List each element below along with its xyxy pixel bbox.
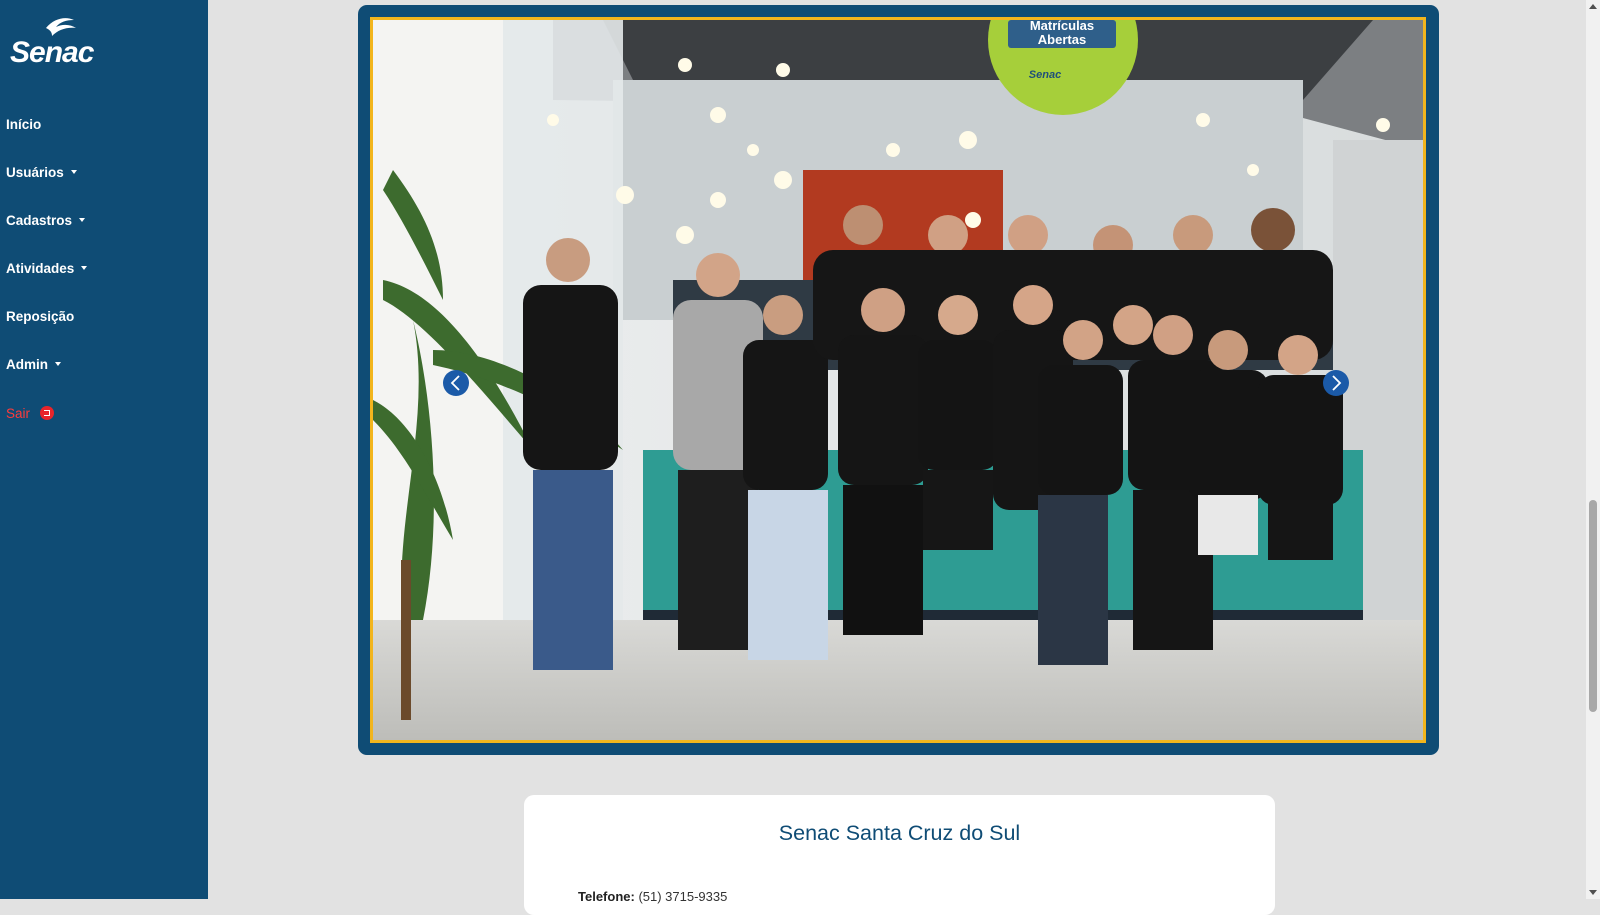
senac-logo[interactable]: Senac [8, 14, 100, 70]
group-photo: Matrículas Abertas Senac [373, 20, 1423, 740]
page-scrollbar[interactable] [1586, 0, 1600, 899]
sidebar-item-label: Início [6, 117, 42, 132]
sidebar-item-label: Usuários [6, 165, 64, 180]
sign-brand: Senac [1029, 69, 1061, 81]
campus-title: Senac Santa Cruz do Sul [778, 821, 1021, 845]
phone-label: Telefone: [578, 889, 635, 904]
sidebar-item-reposicao[interactable]: Reposição [6, 303, 74, 331]
scroll-up-arrow-icon[interactable] [1589, 4, 1597, 9]
photo-carousel: Matrículas Abertas Senac [358, 5, 1439, 755]
caret-down-icon [55, 362, 61, 367]
scrollbar-thumb[interactable] [1589, 500, 1597, 712]
caret-down-icon [70, 170, 77, 175]
sidebar: Senac Início Usuários Cadastros Atividad… [0, 0, 208, 899]
sidebar-item-admin[interactable]: Admin [6, 351, 61, 379]
caret-down-icon [79, 218, 86, 223]
carousel-slide: Matrículas Abertas Senac [370, 17, 1426, 743]
sidebar-item-usuarios[interactable]: Usuários [6, 159, 77, 187]
campus-info-card: Senac Santa Cruz do Sul Telefone: (51) 3… [524, 795, 1275, 915]
carousel-prev-button[interactable] [443, 370, 469, 396]
logout-button[interactable]: Sair [6, 400, 55, 428]
sign-text-2: Abertas [1038, 32, 1086, 47]
chevron-left-icon [450, 375, 460, 391]
scroll-down-arrow-icon[interactable] [1589, 890, 1597, 895]
sidebar-item-inicio[interactable]: Início [6, 111, 41, 139]
phone-line: Telefone: (51) 3715-9335 [578, 889, 727, 904]
logout-label: Sair [6, 406, 31, 421]
carousel-next-button[interactable] [1323, 370, 1349, 396]
phone-value: (51) 3715-9335 [638, 889, 728, 904]
logo-text: Senac [10, 36, 94, 69]
sidebar-item-label: Atividades [6, 261, 75, 276]
sidebar-item-atividades[interactable]: Atividades [6, 255, 88, 283]
logout-icon [40, 406, 55, 421]
chevron-right-icon [1332, 375, 1342, 391]
sidebar-item-label: Reposição [6, 309, 75, 324]
caret-down-icon [81, 266, 88, 271]
sidebar-item-label: Admin [6, 357, 48, 372]
sidebar-item-cadastros[interactable]: Cadastros [6, 207, 86, 235]
sidebar-item-label: Cadastros [6, 213, 73, 228]
